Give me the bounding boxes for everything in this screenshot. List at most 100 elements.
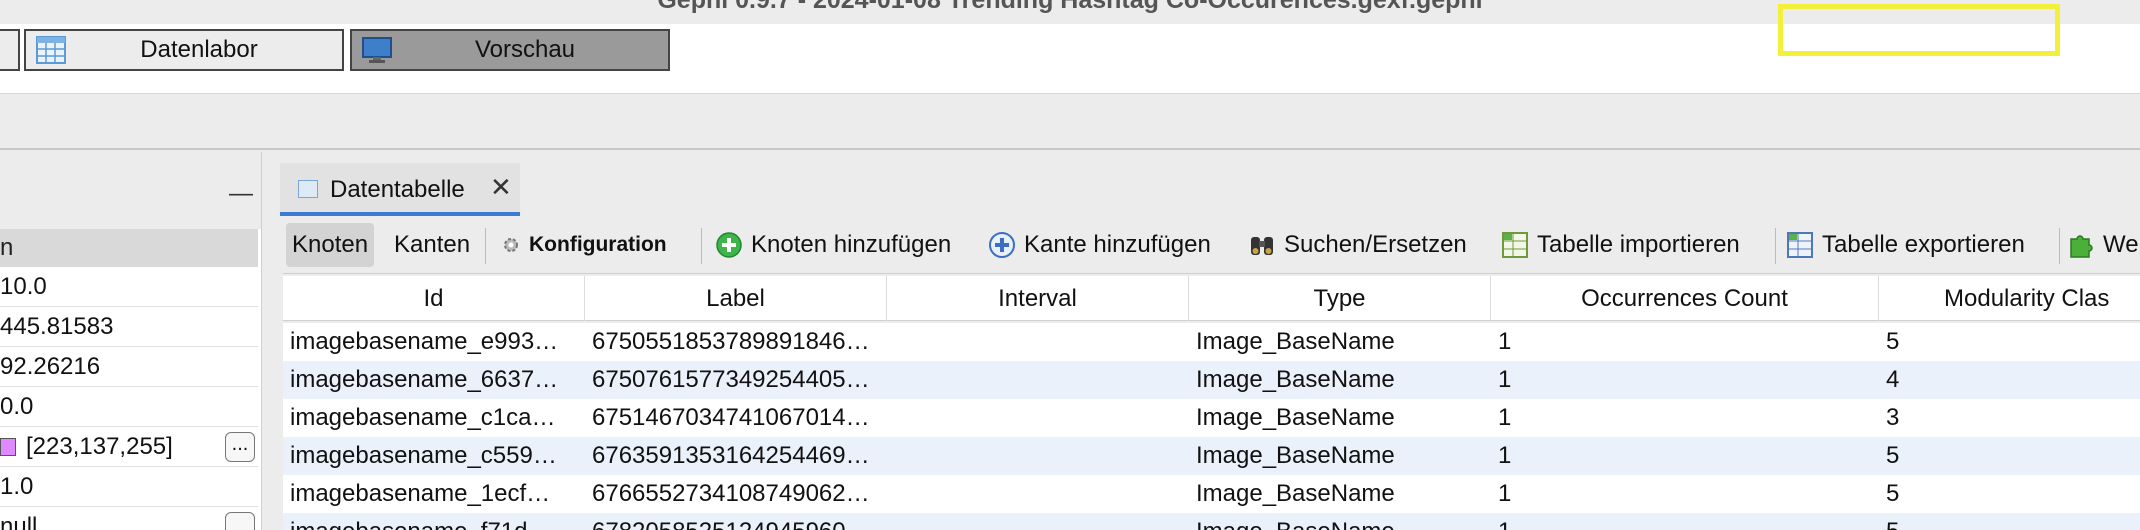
color-swatch <box>0 438 16 456</box>
export-table-button[interactable]: Tabelle exportieren <box>1786 223 2025 267</box>
property-edit-button[interactable] <box>225 512 255 530</box>
properties-panel-header: — <box>0 152 261 229</box>
cell-type: Image_BaseName <box>1196 404 1395 431</box>
close-icon[interactable]: ✕ <box>490 172 512 203</box>
properties-panel: — n 10.0 445.81583 92.26216 0.0 [223,137… <box>0 152 262 530</box>
cell-interval <box>887 361 1189 399</box>
column-header-label[interactable]: Label <box>585 276 887 321</box>
property-row[interactable]: 92.26216 <box>0 347 258 387</box>
cell-modularity-class: 5 <box>1886 442 1900 469</box>
cell-interval <box>887 475 1189 513</box>
column-header-occurrences-count[interactable]: Occurrences Count <box>1491 276 1879 321</box>
mode-button-datenlabor[interactable]: Datenlabor <box>24 29 344 71</box>
cell-interval <box>887 323 1189 361</box>
cell-interval <box>887 399 1189 437</box>
search-replace-label: Suchen/Ersetzen <box>1284 231 1467 258</box>
color-picker-button[interactable]: ... <box>225 432 255 462</box>
cell-occurrences-count: 1 <box>1498 404 1512 431</box>
property-row[interactable]: 10.0 <box>0 267 258 307</box>
cell-interval <box>887 437 1189 475</box>
cell-type: Image_BaseName <box>1196 480 1395 507</box>
cell-modularity-class: 4 <box>1886 366 1900 393</box>
table-row[interactable]: imagebasename_6637… 6750761577349254405…… <box>283 361 2140 399</box>
cell-modularity-class: 3 <box>1886 404 1900 431</box>
cell-occurrences-count: 1 <box>1498 366 1512 393</box>
table-row[interactable]: imagebasename_c1ca… 6751467034741067014…… <box>283 399 2140 437</box>
cell-id: imagebasename_6637… <box>290 366 559 393</box>
search-replace-button[interactable]: Suchen/Ersetzen <box>1248 223 1467 267</box>
cell-occurrences-count: 1 <box>1498 442 1512 469</box>
export-table-label: Tabelle exportieren <box>1822 231 2025 258</box>
cell-modularity-class: 5 <box>1886 480 1900 507</box>
property-row[interactable]: null <box>0 507 258 530</box>
puzzle-piece-icon <box>2070 235 2093 258</box>
plus-circle-icon <box>716 232 742 258</box>
konfiguration-button[interactable]: Konfiguration <box>501 223 667 267</box>
export-highlight-box <box>1778 4 2060 56</box>
property-value: null <box>0 513 38 530</box>
gear-icon <box>504 238 518 252</box>
cell-id: imagebasename_c1ca… <box>290 404 556 431</box>
kanten-toggle[interactable]: Kanten <box>394 223 470 267</box>
property-row[interactable]: 445.81583 <box>0 307 258 347</box>
cell-modularity-class: 5 <box>1879 513 2140 530</box>
add-edge-button[interactable]: Kante hinzufügen <box>988 223 1211 267</box>
property-value: 0.0 <box>0 393 34 420</box>
properties-column-header: n <box>0 229 258 267</box>
column-header-modularity-class[interactable]: Modularity Clas <box>1879 276 2140 321</box>
cell-type: Image_BaseName <box>1196 328 1395 355</box>
plugins-button[interactable]: We <box>2067 223 2139 267</box>
cell-label: 6766552734108749062… <box>592 480 870 507</box>
spreadsheet-import-icon <box>1502 232 1528 258</box>
cell-label: 6750551853789891846… <box>592 328 870 355</box>
plugins-label: We <box>2103 231 2139 258</box>
cell-occurrences-count: 1 <box>1498 328 1512 355</box>
add-node-label: Knoten hinzufügen <box>751 231 952 258</box>
spreadsheet-export-icon <box>1787 232 1813 258</box>
toolbar-separator <box>485 228 486 264</box>
mode-button-vorschau[interactable]: Vorschau <box>350 29 670 71</box>
mode-label-vorschau: Vorschau <box>474 36 576 63</box>
tab-datentabelle[interactable]: Datentabelle ✕ <box>280 163 520 216</box>
cell-label: 6751467034741067014… <box>592 404 870 431</box>
konfiguration-label: Konfiguration <box>529 233 667 256</box>
cell-id: imagebasename_c559… <box>290 442 557 469</box>
knoten-toggle[interactable]: Knoten <box>286 223 375 267</box>
binoculars-icon <box>1251 237 1273 255</box>
column-header-interval[interactable]: Interval <box>887 276 1189 321</box>
minimize-icon[interactable]: — <box>229 180 253 208</box>
property-value: [223,137,255] <box>26 433 173 460</box>
tab-label: Datentabelle <box>330 176 465 203</box>
add-edge-label: Kante hinzufügen <box>1024 231 1211 258</box>
import-table-label: Tabelle importieren <box>1537 231 1740 258</box>
property-row[interactable]: 0.0 <box>0 387 258 427</box>
property-row-color[interactable]: [223,137,255] ... <box>0 427 258 467</box>
cell-occurrences-count: 1 <box>1498 480 1512 507</box>
table-row[interactable]: imagebasename_1ecf… 6766552734108749062…… <box>283 475 2140 513</box>
cell-type: Image_BaseName <box>1189 513 1491 530</box>
cell-type: Image_BaseName <box>1196 442 1395 469</box>
property-row[interactable]: 1.0 <box>0 467 258 507</box>
import-table-button[interactable]: Tabelle importieren <box>1501 223 1740 267</box>
column-header-id[interactable]: Id <box>283 276 585 321</box>
cell-label: 6782058525124945960… <box>585 513 887 530</box>
table-row[interactable]: imagebasename_f71d… 6782058525124945960…… <box>283 513 2140 530</box>
cell-id: imagebasename_1ecf… <box>290 480 551 507</box>
data-table-toolbar: Knoten Kanten Konfiguration Knoten hinzu… <box>283 218 2140 274</box>
property-value: 445.81583 <box>0 313 114 340</box>
property-value: 10.0 <box>0 273 47 300</box>
property-value: 1.0 <box>0 473 34 500</box>
table-icon <box>298 180 318 198</box>
mode-button-overview[interactable] <box>0 29 20 71</box>
cell-type: Image_BaseName <box>1196 366 1395 393</box>
cell-interval <box>887 513 1189 530</box>
toolbar-spacer <box>0 95 2140 150</box>
plus-circle-icon <box>989 232 1015 258</box>
add-node-button[interactable]: Knoten hinzufügen <box>715 223 951 267</box>
column-header-type[interactable]: Type <box>1189 276 1491 321</box>
table-row[interactable]: imagebasename_c559… 6763591353164254469…… <box>283 437 2140 475</box>
table-row[interactable]: imagebasename_e993… 6750551853789891846…… <box>283 323 2140 361</box>
toolbar-separator <box>2059 228 2060 264</box>
monitor-icon <box>362 37 392 63</box>
cell-label: 6763591353164254469… <box>592 442 870 469</box>
